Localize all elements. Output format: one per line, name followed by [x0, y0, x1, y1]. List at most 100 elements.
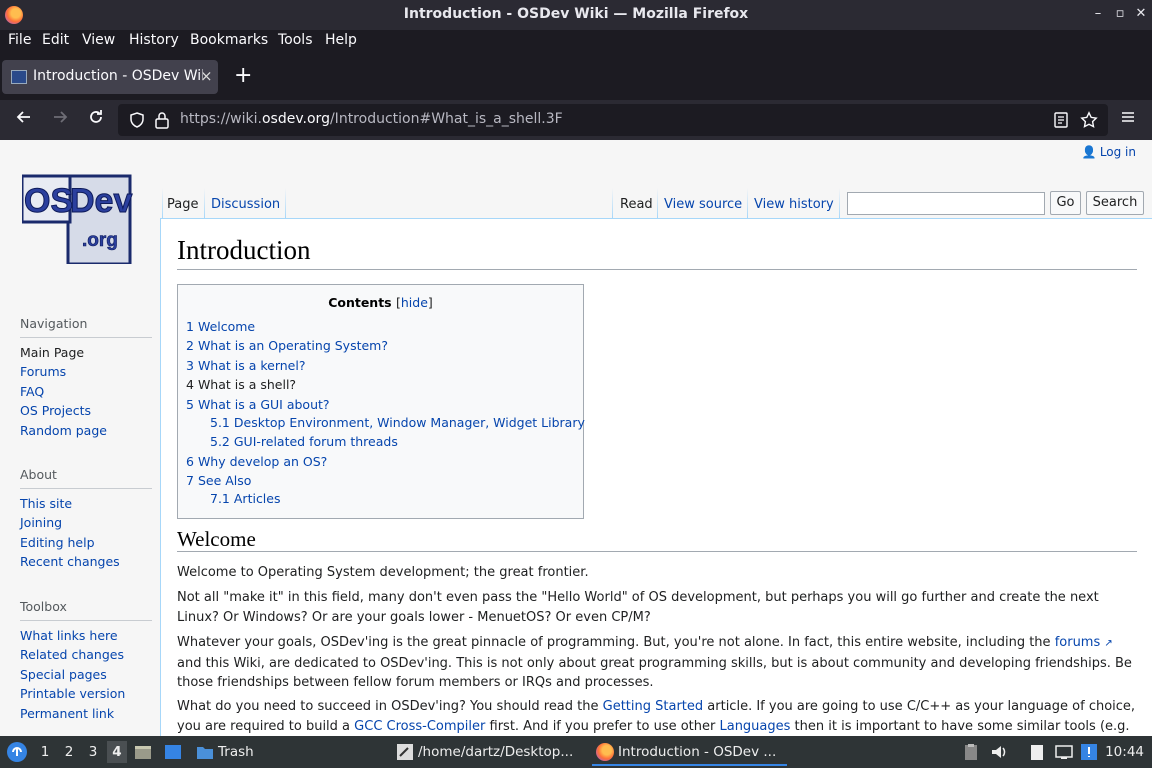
toc-text: What is a kernel? [197, 358, 306, 373]
languages-link[interactable]: Languages [719, 719, 790, 734]
toc-num: 7.1 [210, 491, 230, 506]
tracking-shield-icon[interactable] [128, 111, 146, 129]
menu-tools[interactable]: Tools [278, 32, 313, 48]
menu-view-label: View [82, 32, 116, 48]
toc-subitem[interactable]: 7.1 Articles [210, 491, 281, 506]
tab-read[interactable]: Read [620, 197, 653, 212]
sidebar-item-printable-version[interactable]: Printable version [20, 686, 125, 701]
notes-icon[interactable] [1028, 743, 1046, 761]
tab-view-history[interactable]: View history [754, 197, 834, 212]
back-button[interactable] [12, 108, 36, 132]
tab-close-button[interactable]: × [200, 67, 213, 85]
toc-item-current[interactable]: 4 What is a shell? [186, 377, 296, 392]
menu-help[interactable]: Help [325, 32, 357, 48]
osdev-favicon-icon [11, 70, 27, 84]
sidebar-divider [20, 620, 152, 621]
sidebar-item-recent-changes[interactable]: Recent changes [20, 554, 120, 569]
tab-separator [285, 188, 286, 218]
reader-view-icon[interactable] [1053, 111, 1069, 129]
getting-started-link[interactable]: Getting Started [603, 699, 704, 714]
login-link[interactable]: 👤 Log in [1082, 145, 1136, 159]
app-menu-button[interactable] [1116, 108, 1140, 132]
paragraph: What do you need to succeed in OSDev'ing… [177, 697, 1139, 736]
paragraph-text: What do you need to succeed in OSDev'ing… [177, 699, 603, 714]
sidebar-heading-toolbox: Toolbox [20, 599, 67, 614]
clipboard-icon[interactable] [962, 743, 980, 761]
sidebar-divider [20, 488, 152, 489]
toc-bracket: ] [427, 295, 433, 310]
toc-item[interactable]: 6 Why develop an OS? [186, 454, 327, 469]
sidebar-item-permanent-link[interactable]: Permanent link [20, 706, 114, 721]
menu-bookmarks[interactable]: Bookmarks [190, 32, 268, 48]
paragraph-text: first. And if you prefer to use other [485, 718, 720, 734]
menu-history[interactable]: History [129, 32, 179, 48]
hamburger-menu-icon [1122, 112, 1134, 122]
firefox-icon [596, 743, 614, 761]
trash-launcher[interactable]: Trash [218, 744, 254, 760]
sidebar-item-main-page[interactable]: Main Page [20, 345, 84, 360]
browser-tab-introduction[interactable]: Introduction - OSDev Wiki × [2, 60, 218, 94]
workspace-3[interactable]: 3 [83, 741, 103, 763]
gcc-cross-compiler-link[interactable]: GCC Cross-Compiler [354, 719, 485, 734]
tab-separator [162, 188, 163, 218]
sidebar-heading-about: About [20, 467, 57, 482]
sidebar-item-os-projects[interactable]: OS Projects [20, 403, 91, 418]
toc-item[interactable]: 7 See Also [186, 473, 251, 488]
search-button[interactable]: Search [1086, 191, 1144, 215]
sidebar-item-editing-help[interactable]: Editing help [20, 535, 95, 550]
trash-folder-icon[interactable] [196, 743, 214, 761]
toc-num: 2 [186, 338, 194, 353]
tab-discussion[interactable]: Discussion [211, 197, 280, 212]
tab-view-source[interactable]: View source [664, 197, 742, 212]
osdev-logo[interactable]: OS Dev .org [22, 170, 136, 264]
bookmark-star-icon[interactable] [1080, 111, 1098, 129]
toc-item[interactable]: 1 Welcome [186, 319, 255, 334]
sidebar-item-joining[interactable]: Joining [20, 515, 62, 530]
search-input[interactable] [847, 192, 1045, 215]
sidebar-item-faq[interactable]: FAQ [20, 384, 44, 399]
workspace-4[interactable]: 4 [107, 741, 127, 763]
reload-button[interactable] [84, 108, 108, 132]
taskbar-window-firefox[interactable]: Introduction - OSDev ... [592, 738, 787, 766]
workspace-1[interactable]: 1 [35, 741, 55, 763]
toc-item[interactable]: 3 What is a kernel? [186, 358, 305, 373]
login-label: Log in [1099, 145, 1136, 159]
taskbar-window-terminal[interactable]: /home/dartz/Desktop... [392, 738, 588, 766]
desktop-icon[interactable] [164, 743, 182, 761]
window-label: Introduction - OSDev ... [618, 744, 777, 760]
minimize-button[interactable]: – [1090, 5, 1106, 23]
sidebar-item-forums[interactable]: Forums [20, 364, 66, 379]
new-tab-button[interactable]: + [234, 65, 252, 87]
file-manager-icon[interactable] [134, 743, 152, 761]
sidebar-heading-navigation: Navigation [20, 316, 88, 331]
tab-page[interactable]: Page [167, 197, 198, 212]
toc-item[interactable]: 5 What is a GUI about? [186, 397, 330, 412]
updates-icon[interactable] [1080, 743, 1098, 761]
sidebar-item-related-changes[interactable]: Related changes [20, 647, 124, 662]
url-text[interactable]: https://wiki.osdev.org/Introduction#What… [180, 111, 563, 127]
volume-icon[interactable] [990, 743, 1008, 761]
lock-icon[interactable] [154, 111, 170, 129]
sidebar-item-what-links-here[interactable]: What links here [20, 628, 118, 643]
toc-item[interactable]: 2 What is an Operating System? [186, 338, 388, 353]
url-bar[interactable]: https://wiki.osdev.org/Introduction#What… [118, 104, 1108, 136]
window-label: /home/dartz/Desktop... [418, 744, 574, 760]
menu-file[interactable]: File [8, 32, 31, 48]
menu-edit[interactable]: Edit [42, 32, 69, 48]
tab-separator [839, 188, 840, 218]
sidebar-item-special-pages[interactable]: Special pages [20, 667, 107, 682]
toc-subitem[interactable]: 5.1 Desktop Environment, Window Manager,… [210, 415, 585, 430]
sidebar-item-this-site[interactable]: This site [20, 496, 72, 511]
app-menu-icon[interactable] [6, 741, 28, 763]
toc-hide-link[interactable]: hide [401, 295, 428, 310]
go-button[interactable]: Go [1050, 191, 1081, 215]
forums-link[interactable]: forums [1055, 635, 1101, 650]
toc-subitem[interactable]: 5.2 GUI-related forum threads [210, 434, 398, 449]
menu-view[interactable]: View [82, 32, 115, 48]
forward-button[interactable] [48, 108, 72, 132]
close-window-button[interactable]: ✕ [1133, 5, 1149, 23]
workspace-2[interactable]: 2 [59, 741, 79, 763]
maximize-button[interactable]: ▫ [1112, 5, 1128, 23]
sidebar-item-random-page[interactable]: Random page [20, 423, 107, 438]
network-icon[interactable] [1055, 743, 1073, 761]
